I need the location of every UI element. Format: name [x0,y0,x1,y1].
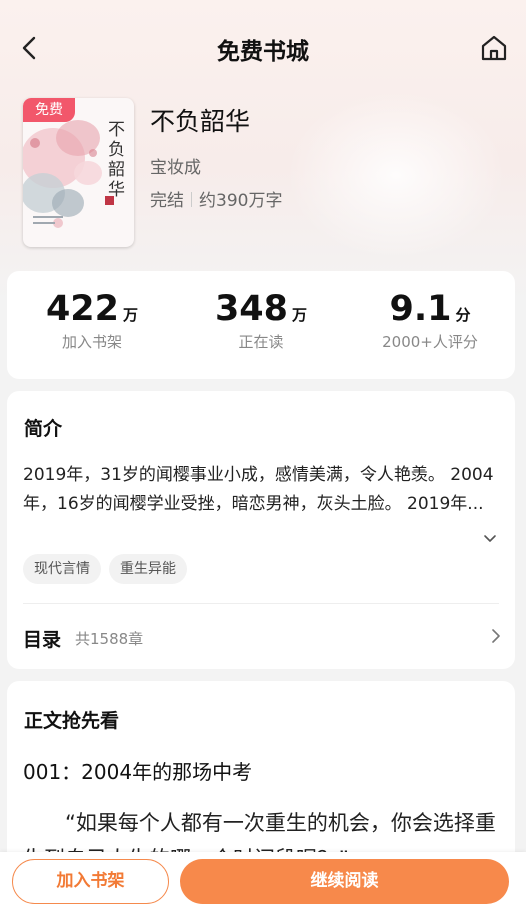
stat-unit: 万 [123,306,139,324]
cover-title: 不负韶华 [108,120,125,200]
stat-unit: 分 [455,306,471,324]
stat-label: 2000+人评分 [382,333,478,351]
home-icon[interactable] [478,32,510,64]
tag-item[interactable]: 现代言情 [23,554,101,584]
continue-reading-button[interactable]: 继续阅读 [180,859,509,904]
stat-unit: 万 [292,306,308,324]
free-badge: 免费 [23,98,75,122]
top-bar: 免费书城 [0,20,526,76]
add-to-shelf-button[interactable]: 加入书架 [12,859,169,904]
bottom-action-bar: 加入书架 继续阅读 [0,852,526,909]
stat-label: 加入书架 [61,333,122,351]
book-author[interactable]: 宝妆成 [150,153,201,178]
book-meta: 完结 约390万字 [150,186,282,211]
divider [23,603,499,604]
stat-value: 9.1 [389,289,452,329]
book-status: 完结 [150,191,184,211]
intro-card: 简介 2019年，31岁的闻樱事业小成，感情美满，令人艳羡。 2004年，16岁… [7,391,515,669]
book-word-count: 约390万字 [199,191,283,211]
stat-label: 正在读 [238,333,284,351]
book-title: 不负韶华 [150,107,251,136]
tag-item[interactable]: 重生异能 [109,554,187,584]
stat-shelf: 422 万 加入书架 [7,289,177,352]
stat-reading: 348 万 正在读 [176,289,346,352]
toc-label: 目录 [23,629,62,651]
intro-text[interactable]: 2019年，31岁的闻樱事业小成，感情美满，令人艳羡。 2004年，16岁的闻樱… [23,461,495,519]
toc-count: 共1588章 [75,630,144,648]
stat-rating[interactable]: 9.1 分 2000+人评分 [345,289,515,352]
page-title: 免费书城 [217,39,309,65]
stat-value: 348 [214,289,289,329]
expand-chevron-icon[interactable] [481,529,499,547]
stat-value: 422 [45,289,120,329]
chevron-right-icon [492,629,500,643]
intro-title: 简介 [24,418,63,440]
book-cover[interactable]: 免费 不负韶华 [23,98,134,247]
chapter-title: 001：2004年的那场中考 [23,760,253,784]
tag-list: 现代言情 重生异能 [23,554,195,584]
book-info: 免费 不负韶华 不负韶华 宝妆成 完结 约390万字 [23,98,503,248]
table-of-contents-row[interactable]: 目录 共1588章 [23,613,503,659]
preview-title: 正文抢先看 [24,710,120,732]
stats-card: 422 万 加入书架 348 万 正在读 9.1 分 2000+人评分 [7,271,515,379]
meta-divider [191,192,192,207]
